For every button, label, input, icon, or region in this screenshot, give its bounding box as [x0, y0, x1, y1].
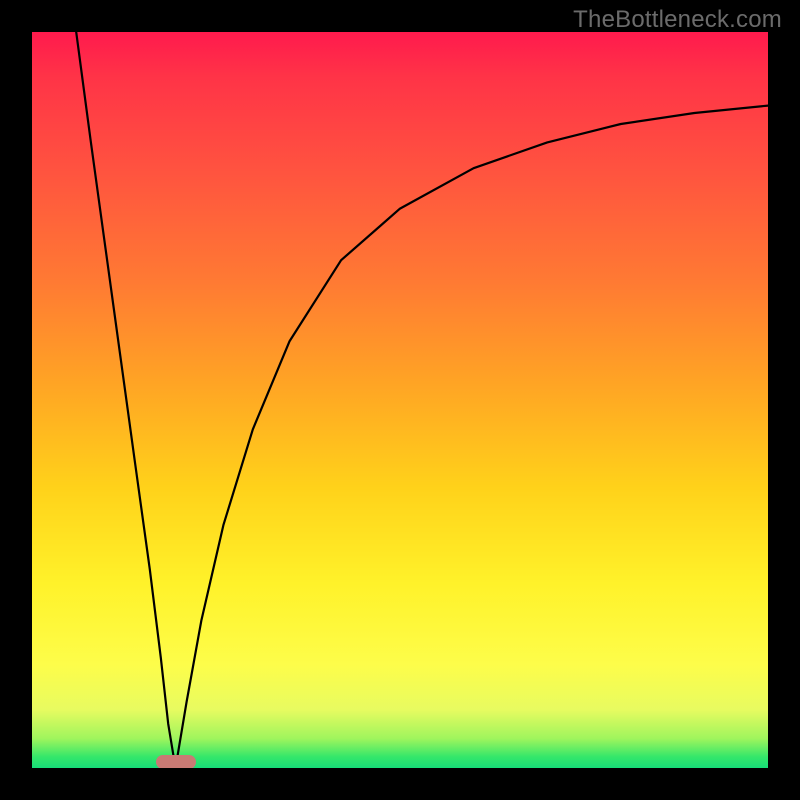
- curve-left-branch: [76, 32, 175, 768]
- chart-frame: TheBottleneck.com: [0, 0, 800, 800]
- curve-right-branch: [176, 106, 769, 768]
- bottleneck-curve: [32, 32, 768, 768]
- plot-area: [32, 32, 768, 768]
- watermark-text: TheBottleneck.com: [573, 6, 782, 34]
- optimum-marker: [156, 755, 196, 768]
